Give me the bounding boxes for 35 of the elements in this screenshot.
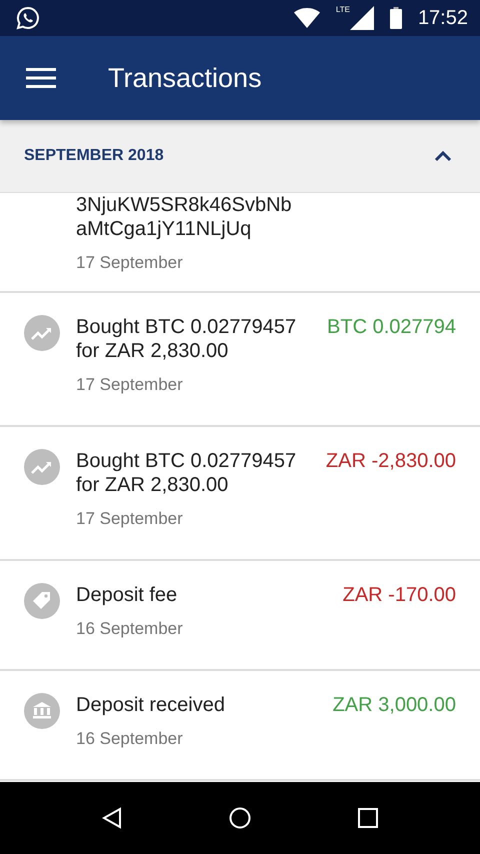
transaction-amount: BTC 0.027794: [327, 315, 456, 339]
transaction-date: 16 September: [76, 728, 184, 750]
transaction-date: 17 September: [76, 374, 184, 396]
transaction-title: Bought BTC 0.02779457: [76, 315, 298, 339]
transaction-title: for ZAR 2,830.00: [76, 473, 230, 497]
transaction-row[interactable]: Bought BTC 0.02779457 for ZAR 2,830.00 17 September ZAR -2,830.00: [0, 427, 480, 561]
transaction-title: 3NjuKW5SR8k46SvbNb: [76, 193, 293, 217]
clock-time: 17:52: [418, 6, 468, 31]
transaction-title: Deposit received: [76, 693, 226, 717]
menu-icon[interactable]: [26, 68, 56, 88]
wifi-icon: [294, 8, 320, 28]
transaction-date: 17 September: [76, 508, 184, 530]
transaction-title: Bought BTC 0.02779457: [76, 449, 298, 473]
transaction-amount: ZAR -2,830.00: [326, 449, 456, 473]
signal-icon: [350, 6, 374, 30]
chat-app-icon: [16, 6, 40, 30]
transaction-row[interactable]: 3NjuKW5SR8k46SvbNb aMtCga1jY11NLjUq 17 September: [0, 193, 480, 293]
transaction-row[interactable]: Deposit fee 16 September ZAR -170.00: [0, 561, 480, 671]
transaction-amount: ZAR -170.00: [342, 583, 456, 607]
transaction-date: 16 September: [76, 618, 184, 640]
month-header[interactable]: SEPTEMBER 2018: [0, 120, 480, 193]
transaction-title: Deposit fee: [76, 583, 178, 607]
transaction-title: for ZAR 2,830.00: [76, 339, 230, 363]
transaction-date: 17 September: [76, 252, 184, 274]
month-title: SEPTEMBER 2018: [24, 146, 164, 166]
back-icon[interactable]: [102, 807, 122, 829]
battery-icon: [390, 7, 402, 29]
recents-icon[interactable]: [358, 808, 378, 828]
collapse-caret-icon[interactable]: [434, 150, 452, 162]
screen-title: Transactions: [108, 62, 262, 95]
transaction-title: aMtCga1jY11NLjUq: [76, 217, 252, 241]
network-label: LTE: [336, 6, 350, 14]
transaction-amount: ZAR 3,000.00: [332, 693, 456, 717]
transaction-row[interactable]: Bought BTC 0.02779457 for ZAR 2,830.00 17 September BTC 0.027794: [0, 293, 480, 427]
home-icon[interactable]: [228, 807, 251, 829]
